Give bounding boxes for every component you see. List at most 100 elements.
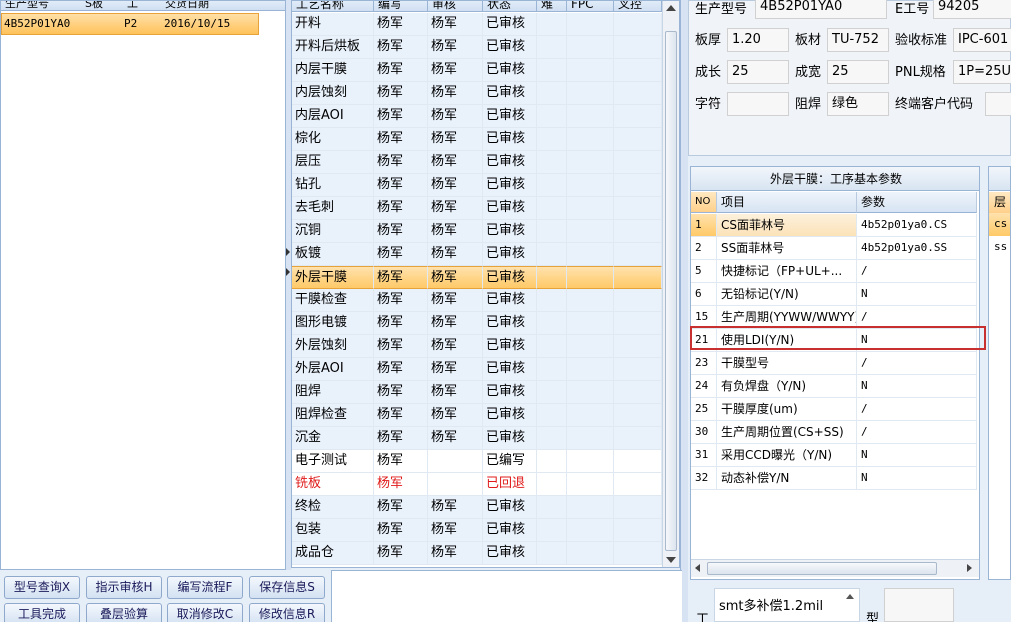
eng-field[interactable]: 94205 [933,0,1011,19]
param-value-cell[interactable]: N [857,283,977,306]
model-query-button[interactable]: 型号查询X [4,576,80,599]
process-row[interactable]: 图形电镀 杨军 杨军 已审核 [292,312,662,335]
param-item-cell[interactable]: 无铅标记(Y/N) [717,283,857,306]
param-no-cell[interactable]: 5 [691,260,717,283]
cancel-edit-button[interactable]: 取消修改C [167,603,243,622]
process-row[interactable]: 终检 杨军 杨军 已审核 [292,496,662,519]
param-no-cell[interactable]: 23 [691,352,717,375]
param-no-cell[interactable]: 32 [691,467,717,490]
process-row[interactable]: 钻孔 杨军 杨军 已审核 [292,174,662,197]
param-item-cell[interactable]: 干膜型号 [717,352,857,375]
guide-review-button[interactable]: 指示审核H [86,576,162,599]
model-field[interactable]: 4B52P01YA0 [755,0,887,19]
customer-field[interactable] [985,92,1011,116]
param-item-cell[interactable]: 有负焊盘（Y/N) [717,375,857,398]
param-item-cell[interactable]: 干膜厚度(um) [717,398,857,421]
process-row[interactable]: 内层干膜 杨军 杨军 已审核 [292,59,662,82]
process-row[interactable]: 开料后烘板 杨军 杨军 已审核 [292,36,662,59]
layer-row-ss[interactable]: ss [989,236,1010,259]
col-header-control[interactable]: 叉控 [614,1,662,12]
pnl-field[interactable]: 1P=25U [953,60,1011,84]
param-item-cell[interactable]: 生产周期位置(CS+SS) [717,421,857,444]
col-header-writer[interactable]: 编写 [374,1,428,12]
param-value-cell[interactable]: / [857,421,977,444]
mask-field[interactable]: 绿色 [827,92,889,116]
process-row[interactable]: 阻焊 杨军 杨军 已审核 [292,381,662,404]
param-no-cell[interactable]: 24 [691,375,717,398]
process-grid-scrollbar[interactable] [662,1,679,567]
param-value-cell[interactable]: N [857,375,977,398]
param-value-cell[interactable]: N [857,467,977,490]
col-header-work[interactable]: 工 [127,1,138,11]
process-row[interactable]: 干膜检查 杨军 杨军 已审核 [292,289,662,312]
col-header-reviewer[interactable]: 审核 [428,1,483,12]
thickness-field[interactable]: 1.20 [727,28,789,52]
process-row[interactable]: 开料 杨军 杨军 已审核 [292,13,662,36]
col-header-delivery-date[interactable]: 交货日期 [165,1,209,11]
note-textarea[interactable]: smt多补偿1.2mil [714,588,860,622]
scroll-thumb[interactable] [665,31,677,551]
param-item-cell[interactable]: SS面菲林号 [717,237,857,260]
process-row[interactable]: 包装 杨军 杨军 已审核 [292,519,662,542]
param-no-cell[interactable]: 2 [691,237,717,260]
param-value-cell[interactable]: N [857,444,977,467]
param-no-cell[interactable]: 30 [691,421,717,444]
process-row[interactable]: 沉金 杨军 杨军 已审核 [292,427,662,450]
param-no-cell[interactable]: 6 [691,283,717,306]
params-hscrollbar[interactable] [691,559,979,577]
param-item-cell[interactable]: 快捷标记（FP+UL+... [717,260,857,283]
process-row[interactable]: 成品仓 杨军 杨军 已审核 [292,542,662,565]
layer-header[interactable]: 层 [989,192,1010,213]
param-no-cell[interactable]: 25 [691,398,717,421]
length-field[interactable]: 25 [727,60,789,84]
col-header-item[interactable]: 项目 [717,192,857,213]
standard-field[interactable]: IPC-601 [953,28,1011,52]
param-item-cell[interactable]: CS面菲林号 [717,214,857,237]
col-header-fpc[interactable]: FPC [567,1,614,12]
process-row[interactable]: 棕化 杨军 杨军 已审核 [292,128,662,151]
param-item-cell[interactable]: 采用CCD曝光（Y/N) [717,444,857,467]
col-header-process-name[interactable]: 工艺名称 [292,1,374,12]
type-field[interactable] [884,588,954,622]
model-list-row-selected[interactable]: 4B52P01YA0 P2 2016/10/15 [1,13,259,35]
hscroll-thumb[interactable] [707,562,937,575]
param-value-cell[interactable]: / [857,352,977,375]
scroll-right-icon[interactable] [967,564,972,572]
modify-info-button[interactable]: 修改信息R [249,603,325,622]
stack-check-button[interactable]: 叠层验算 [86,603,162,622]
process-row[interactable]: 去毛刺 杨军 杨军 已审核 [292,197,662,220]
col-header-value[interactable]: 参数 [857,192,977,213]
param-item-cell[interactable]: 动态补偿Y/N [717,467,857,490]
param-no-cell[interactable]: 31 [691,444,717,467]
param-value-cell[interactable]: 4b52p01ya0.CS [857,214,977,237]
edit-flow-button[interactable]: 编写流程F [167,576,243,599]
col-header-difficulty[interactable]: 难 [537,1,567,12]
process-row[interactable]: 铣板 杨军 已回退 [292,473,662,496]
col-header-no[interactable]: NO [691,192,717,213]
save-info-button[interactable]: 保存信息S [249,576,325,599]
process-row[interactable]: 外层蚀刻 杨军 杨军 已审核 [292,335,662,358]
note-scroll-up-icon[interactable] [846,594,854,599]
width-field[interactable]: 25 [827,60,889,84]
process-row[interactable]: 内层AOI 杨军 杨军 已审核 [292,105,662,128]
layer-row-cs[interactable]: cs [989,213,1010,236]
param-value-cell[interactable]: / [857,260,977,283]
process-row[interactable]: 外层AOI 杨军 杨军 已审核 [292,358,662,381]
param-no-cell[interactable]: 1 [691,214,717,237]
scroll-left-icon[interactable] [695,564,700,572]
process-row[interactable]: 层压 杨军 杨军 已审核 [292,151,662,174]
col-header-s-board[interactable]: S板 [85,1,103,11]
process-row[interactable]: 电子测试 杨军 已编写 [292,450,662,473]
param-value-cell[interactable]: / [857,398,977,421]
material-field[interactable]: TU-752 [827,28,889,52]
process-row[interactable]: 内层蚀刻 杨军 杨军 已审核 [292,82,662,105]
process-row[interactable]: 阻焊检查 杨军 杨军 已审核 [292,404,662,427]
tool-done-button[interactable]: 工具完成 [4,603,80,622]
scroll-up-icon[interactable] [666,5,676,11]
param-value-cell[interactable]: 4b52p01ya0.SS [857,237,977,260]
col-header-status[interactable]: 状态 [483,1,537,12]
process-row[interactable]: 外层干膜 杨军 杨军 已审核 [292,266,662,289]
char-field[interactable] [727,92,789,116]
splitter-right[interactable] [680,0,688,622]
process-row[interactable]: 沉铜 杨军 杨军 已审核 [292,220,662,243]
